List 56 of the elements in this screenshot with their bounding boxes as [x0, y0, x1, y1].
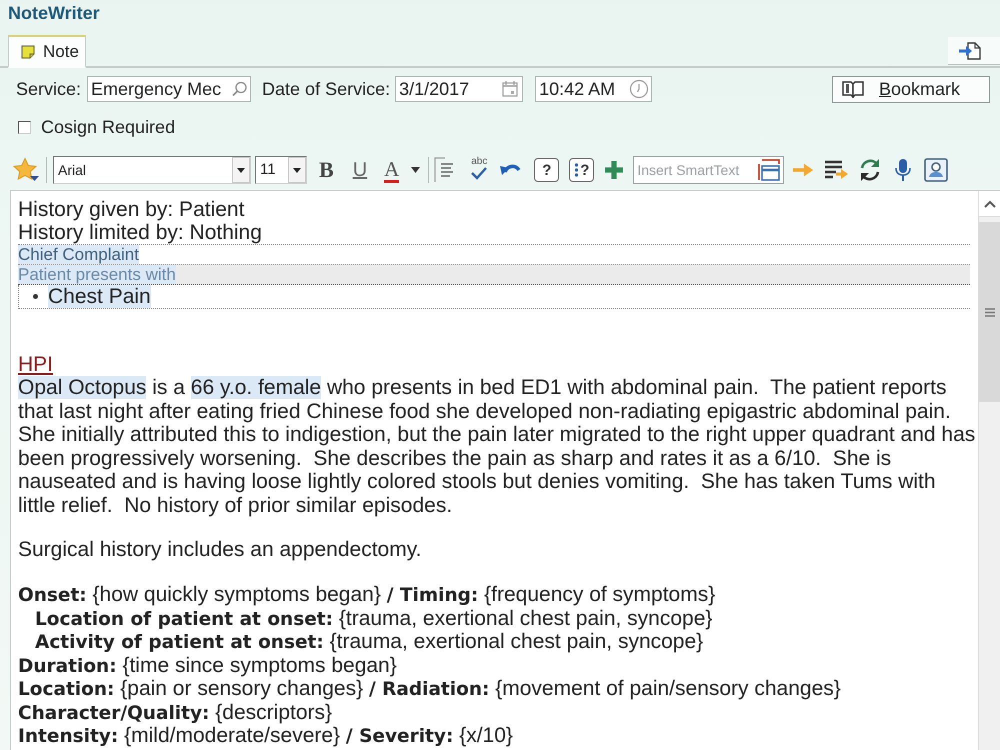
font-select[interactable]: Arial [53, 156, 251, 184]
contact-card-icon[interactable] [924, 158, 948, 182]
font-color-button[interactable]: A [384, 157, 400, 183]
date-of-service-label: Date of Service: [262, 78, 390, 100]
history-line: History given by: Patient [18, 198, 244, 221]
bold-button[interactable]: B [319, 156, 334, 184]
bullet-icon [33, 294, 38, 299]
book-icon [841, 80, 865, 98]
scrollbar-thumb[interactable] [979, 222, 1000, 402]
font-size-select[interactable]: 11 [255, 156, 307, 184]
refresh-icon[interactable] [858, 158, 882, 182]
list-arrow-icon[interactable] [824, 159, 850, 181]
template-line: Intensity: {mild/moderate/severe} / Severity: {x/10} [18, 724, 513, 748]
section-heading: Chief Complaint [18, 245, 139, 264]
clock-icon[interactable] [629, 79, 650, 99]
dropdown-arrow-icon[interactable] [411, 167, 420, 173]
page-arrow-icon [958, 40, 982, 60]
surgical-history-line: Surgical history includes an appendectomy. [18, 538, 422, 561]
cosign-label: Cosign Required [41, 116, 176, 138]
calendar-icon[interactable] [500, 80, 520, 98]
help-list-button[interactable]: ? [569, 158, 594, 182]
underline-button[interactable]: U [352, 156, 368, 184]
search-icon[interactable] [231, 80, 248, 98]
hpi-paragraph: Opal Octopus is a 66 y.o. female who presents in bed ED1 with abdominal pain. The patient reports that last night after eating fried Chinese food she developed non-radiating epigastric abdominal pain. She initially attributed this to indigestion, but the pain later migrated to the right upper quadrant and has been progressively worsening. She describes the pain as sharp and rates it as a 6/10. She is nauseated and is having loose lightly colored stools but denies vomiting. She has taken Tums with little relief. No history of prior similar episodes. [18, 376, 976, 517]
template-line: Duration: {time since symptoms began} [18, 654, 397, 677]
spellcheck-button[interactable]: abc [466, 156, 492, 184]
smarttext-field[interactable]: Insert SmartText [633, 156, 784, 184]
scroll-up-button[interactable] [979, 191, 1000, 217]
bookmark-button[interactable]: Bookmark [832, 76, 990, 102]
scrollbar-track[interactable] [978, 191, 1000, 750]
time-field[interactable]: 10:42 AM [535, 76, 652, 102]
cosign-checkbox[interactable] [18, 120, 31, 134]
star-icon[interactable] [12, 157, 40, 183]
corner-button[interactable] [948, 37, 1000, 65]
section-lead-text: Patient presents with [18, 265, 176, 284]
service-label: Service: [16, 78, 82, 100]
help-button[interactable]: ? [534, 158, 560, 182]
grip-icon [984, 308, 994, 316]
plus-icon[interactable] [604, 160, 624, 180]
date-field[interactable]: 3/1/2017 [395, 76, 524, 102]
history-line: History limited by: Nothing [18, 221, 262, 244]
window-icon[interactable] [757, 159, 782, 181]
hpi-heading: HPI [18, 353, 54, 376]
check-icon [470, 167, 488, 180]
service-field[interactable]: Emergency Mec [87, 76, 252, 102]
note-tab[interactable]: Note [8, 35, 86, 68]
complaint-item: Chest Pain [48, 285, 151, 308]
template-line: Onset: {how quickly symptoms began} / Timing: {frequency of symptoms} [18, 583, 716, 606]
note-icon [21, 44, 35, 58]
app-title: NoteWriter [7, 2, 100, 23]
template-line: Location: {pain or sensory changes} / Radiation: {movement of pain/sensory changes} [18, 677, 841, 700]
chevron-up-icon [984, 200, 996, 208]
template-line: Location of patient at onset: {trauma, exertional chest pain, syncope} [35, 606, 712, 630]
template-line: Activity of patient at onset: {trauma, exertional chest pain, syncope} [35, 630, 704, 654]
template-line: Character/Quality: {descriptors} [18, 700, 332, 724]
dots-icon [574, 162, 580, 178]
